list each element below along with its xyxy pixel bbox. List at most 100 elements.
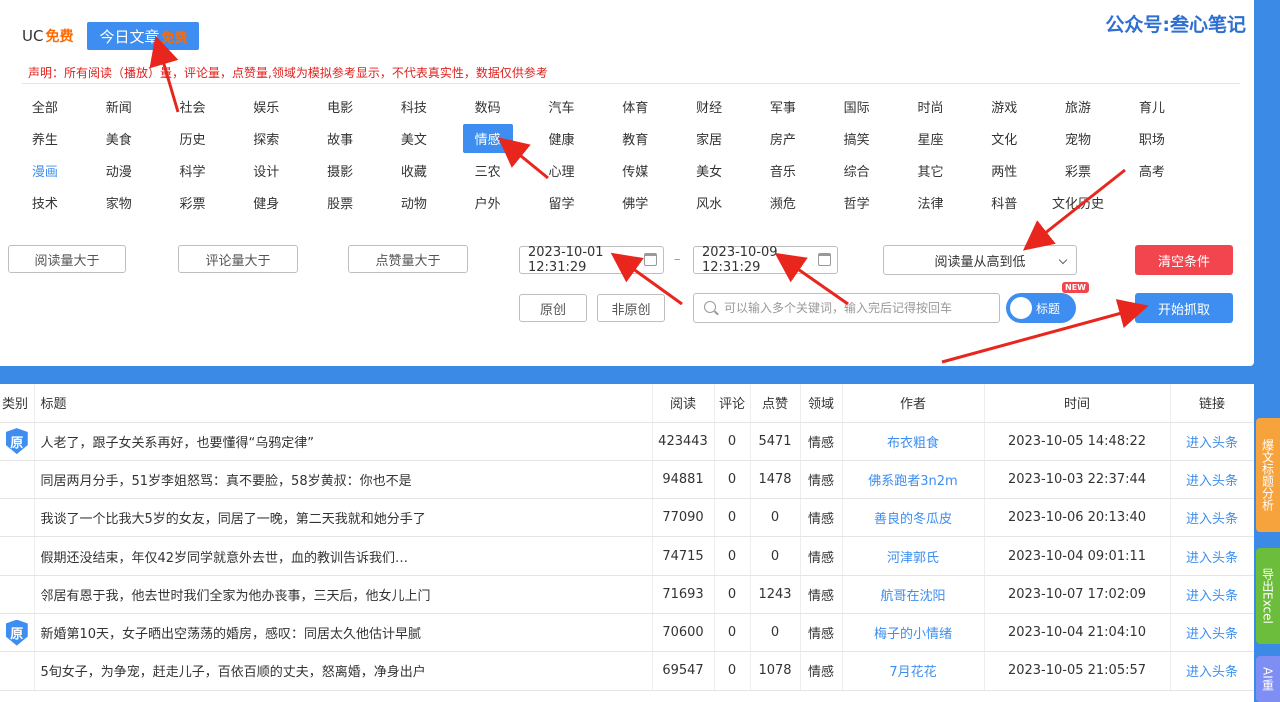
category-item[interactable]: 其它 — [894, 154, 968, 186]
table-row[interactable]: 5旬女子，为争宠，赶走儿子，百依百顺的丈夫，怒离婚，净身出户 69547 0 1078… — [0, 651, 1254, 691]
like-count-filter-button[interactable]: 点赞量大于 — [348, 245, 468, 273]
category-item[interactable]: 旅游 — [1041, 90, 1115, 122]
category-item[interactable]: 设计 — [229, 154, 303, 186]
author-link[interactable]: 梅子的小情绪 — [842, 613, 985, 653]
category-item[interactable]: 宠物 — [1041, 122, 1115, 154]
category-item[interactable]: 电影 — [303, 90, 377, 122]
category-item[interactable]: 科普 — [967, 186, 1041, 218]
category-item[interactable]: 游戏 — [967, 90, 1041, 122]
category-item[interactable]: 军事 — [746, 90, 820, 122]
category-item[interactable]: 综合 — [820, 154, 894, 186]
author-link[interactable]: 河津郭氏 — [842, 536, 985, 576]
category-item[interactable]: 养生 — [8, 122, 82, 154]
tab-today-articles[interactable]: 今日文章 免费 — [87, 22, 200, 50]
category-item[interactable]: 健康 — [525, 122, 599, 154]
category-item[interactable]: 美女 — [672, 154, 746, 186]
author-link[interactable]: 佛系跑者3n2m — [842, 460, 985, 500]
category-item[interactable]: 两性 — [967, 154, 1041, 186]
category-item[interactable]: 搞笑 — [820, 122, 894, 154]
author-link[interactable]: 善良的冬瓜皮 — [842, 498, 985, 538]
category-item[interactable]: 职场 — [1115, 122, 1189, 154]
article-title[interactable]: 同居两月分手，51岁李姐怒骂：真不要脸，58岁黄叔：你也不是 — [34, 460, 653, 500]
category-item[interactable]: 历史 — [156, 122, 230, 154]
table-row[interactable]: 原新婚第10天，女子晒出空荡荡的婚房，感叹：同居太久他估计早腻 70600 0 0 情感… — [0, 613, 1254, 653]
table-row[interactable]: 邻居有恩于我，他去世时我们全家为他办丧事，三天后，他女儿上门 71693 0 1243… — [0, 575, 1254, 614]
article-title[interactable]: 邻居有恩于我，他去世时我们全家为他办丧事，三天后，他女儿上门 — [34, 575, 653, 614]
open-toutiao-link[interactable]: 进入头条 — [1170, 536, 1254, 576]
category-item[interactable]: 漫画 — [8, 154, 82, 186]
category-item[interactable]: 数码 — [451, 90, 525, 122]
category-item[interactable]: 户外 — [451, 186, 525, 218]
table-row[interactable]: 原人老了，跟子女关系再好，也要懂得“乌鸦定律” 423443 0 5471 情感 布衣粗食… — [0, 422, 1254, 461]
author-link[interactable]: 布衣粗食 — [842, 422, 985, 461]
non-original-filter-button[interactable]: 非原创 — [597, 294, 665, 322]
clear-conditions-button[interactable]: 清空条件 — [1135, 245, 1233, 275]
export-excel-side-tab[interactable]: 导出Excel — [1256, 548, 1280, 644]
category-item[interactable]: 文化历史 — [1041, 186, 1115, 218]
open-toutiao-link[interactable]: 进入头条 — [1170, 460, 1254, 500]
extra-side-tab[interactable]: AI重 — [1256, 656, 1280, 702]
author-link[interactable]: 航哥在沈阳 — [842, 575, 985, 614]
category-item[interactable]: 文化 — [967, 122, 1041, 154]
category-item[interactable]: 星座 — [894, 122, 968, 154]
category-item[interactable]: 时尚 — [894, 90, 968, 122]
end-date-input[interactable]: 2023-10-09 12:31:29 — [693, 245, 838, 275]
article-title[interactable]: 人老了，跟子女关系再好，也要懂得“乌鸦定律” — [34, 422, 653, 461]
category-item[interactable]: 探索 — [229, 122, 303, 154]
start-date-input[interactable]: 2023-10-01 12:31:29 — [519, 245, 664, 275]
category-item[interactable]: 风水 — [672, 186, 746, 218]
category-item[interactable]: 股票 — [303, 186, 377, 218]
category-item[interactable]: 娱乐 — [229, 90, 303, 122]
category-item[interactable]: 法律 — [894, 186, 968, 218]
category-item[interactable]: 故事 — [303, 122, 377, 154]
article-title[interactable]: 我谈了一个比我大5岁的女友，同居了一晚，第二天我就和她分手了 — [34, 498, 653, 538]
category-item[interactable]: 美食 — [82, 122, 156, 154]
open-toutiao-link[interactable]: 进入头条 — [1170, 651, 1254, 691]
category-item[interactable]: 心理 — [525, 154, 599, 186]
category-item[interactable]: 高考 — [1115, 154, 1189, 186]
article-title[interactable]: 假期还没结束，年仅42岁同学就意外去世，血的教训告诉我们… — [34, 536, 653, 576]
category-item[interactable]: 新闻 — [82, 90, 156, 122]
author-link[interactable]: 7月花花 — [842, 651, 985, 691]
category-item[interactable]: 情感 — [451, 122, 525, 154]
open-toutiao-link[interactable]: 进入头条 — [1170, 575, 1254, 614]
article-title[interactable]: 5旬女子，为争宠，赶走儿子，百依百顺的丈夫，怒离婚，净身出户 — [34, 651, 653, 691]
article-title[interactable]: 新婚第10天，女子晒出空荡荡的婚房，感叹：同居太久他估计早腻 — [34, 613, 653, 653]
open-toutiao-link[interactable]: 进入头条 — [1170, 422, 1254, 461]
category-item[interactable]: 全部 — [8, 90, 82, 122]
category-item[interactable]: 科学 — [156, 154, 230, 186]
table-row[interactable]: 同居两月分手，51岁李姐怒骂：真不要脸，58岁黄叔：你也不是 94881 0 1478… — [0, 460, 1254, 500]
original-filter-button[interactable]: 原创 — [519, 294, 587, 322]
category-item[interactable]: 财经 — [672, 90, 746, 122]
category-item[interactable]: 教育 — [598, 122, 672, 154]
category-item[interactable]: 科技 — [377, 90, 451, 122]
category-item[interactable]: 美文 — [377, 122, 451, 154]
category-item[interactable]: 收藏 — [377, 154, 451, 186]
table-row[interactable]: 假期还没结束，年仅42岁同学就意外去世，血的教训告诉我们… 74715 0 0 情感 河津… — [0, 536, 1254, 576]
category-item[interactable]: 哲学 — [820, 186, 894, 218]
sort-select[interactable]: 阅读量从高到低 — [883, 245, 1077, 275]
category-item[interactable]: 摄影 — [303, 154, 377, 186]
category-item[interactable]: 动漫 — [82, 154, 156, 186]
category-item[interactable]: 家居 — [672, 122, 746, 154]
comment-count-filter-button[interactable]: 评论量大于 — [178, 245, 298, 273]
category-item[interactable]: 家物 — [82, 186, 156, 218]
open-toutiao-link[interactable]: 进入头条 — [1170, 613, 1254, 653]
category-item[interactable]: 彩票 — [156, 186, 230, 218]
category-item[interactable]: 音乐 — [746, 154, 820, 186]
category-item[interactable]: 健身 — [229, 186, 303, 218]
category-item[interactable]: 社会 — [156, 90, 230, 122]
category-item[interactable]: 国际 — [820, 90, 894, 122]
category-item[interactable]: 三农 — [451, 154, 525, 186]
keyword-search-input[interactable] — [724, 301, 999, 315]
read-count-filter-button[interactable]: 阅读量大于 — [8, 245, 126, 273]
category-item[interactable]: 佛学 — [598, 186, 672, 218]
category-item[interactable]: 彩票 — [1041, 154, 1115, 186]
open-toutiao-link[interactable]: 进入头条 — [1170, 498, 1254, 538]
category-item[interactable]: 濒危 — [746, 186, 820, 218]
title-analysis-side-tab[interactable]: 爆文标题分析 — [1256, 418, 1280, 532]
category-item[interactable]: 汽车 — [525, 90, 599, 122]
table-row[interactable]: 我谈了一个比我大5岁的女友，同居了一晚，第二天我就和她分手了 77090 0 0 情感善… — [0, 498, 1254, 538]
category-item[interactable]: 育儿 — [1115, 90, 1189, 122]
category-item[interactable]: 留学 — [525, 186, 599, 218]
